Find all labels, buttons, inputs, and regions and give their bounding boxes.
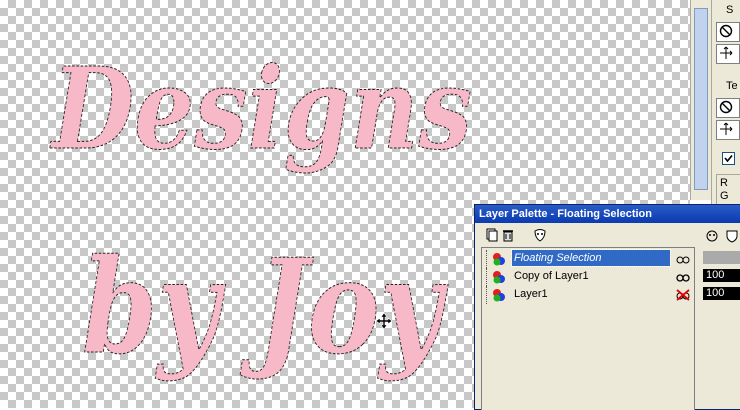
layer-row-copy-of-layer1[interactable]: Copy of Layer1 <box>482 268 694 286</box>
color-label: G <box>720 190 729 202</box>
layer-list: Floating Selection Copy of Layer1 Layer1 <box>481 247 695 410</box>
visibility-glasses-icon[interactable] <box>676 253 690 265</box>
new-layer-icon[interactable] <box>485 228 499 242</box>
layer-row-floating-selection[interactable]: Floating Selection <box>482 249 694 268</box>
checkmark-icon <box>724 154 733 163</box>
panel-label: S <box>726 4 734 16</box>
delete-layer-icon[interactable] <box>501 228 515 242</box>
vertical-scrollbar[interactable] <box>690 0 711 200</box>
layer-properties-column: 100 100 100 <box>699 225 740 409</box>
mask-tab-icon[interactable] <box>705 229 719 243</box>
panel-label: Te <box>726 80 738 92</box>
raster-layer-icon <box>493 289 505 302</box>
tool-options-panel: S Te R G <box>711 0 740 206</box>
option-checkbox[interactable] <box>722 152 735 165</box>
move-cursor-icon <box>375 312 393 330</box>
opacity-value[interactable]: 100 <box>703 269 740 282</box>
no-symbol-icon <box>719 24 733 38</box>
anchor-button[interactable] <box>716 44 740 64</box>
anchor-button[interactable] <box>716 120 740 140</box>
layer-palette-titlebar[interactable]: Layer Palette - Floating Selection <box>475 205 740 223</box>
scrollbar-thumb[interactable] <box>694 8 708 190</box>
canvas-text-designs: Designs <box>49 44 472 175</box>
opacity-value[interactable]: 100 <box>703 287 740 300</box>
mask-layer-icon[interactable] <box>533 228 547 242</box>
raster-layer-icon <box>493 253 505 266</box>
color-group: R G <box>716 174 740 206</box>
color-label: R <box>720 177 728 189</box>
no-symbol-button[interactable] <box>716 98 740 118</box>
layer-name: Layer1 <box>514 288 548 300</box>
canvas-text-by-joy: by Joy <box>82 230 448 383</box>
raster-layer-icon <box>493 271 505 284</box>
layer-name: Copy of Layer1 <box>514 270 589 282</box>
layer-palette-window: Layer Palette - Floating Selection Float… <box>474 204 740 410</box>
opacity-value[interactable]: 100 <box>703 251 740 264</box>
no-symbol-icon <box>719 100 733 114</box>
no-symbol-button[interactable] <box>716 22 740 42</box>
move-arrows-icon <box>720 46 733 59</box>
layer-name: Floating Selection <box>511 249 671 267</box>
visibility-hidden-icon[interactable] <box>676 289 690 301</box>
visibility-glasses-icon[interactable] <box>676 271 690 283</box>
move-arrows-icon <box>720 122 733 135</box>
shield-tab-icon[interactable] <box>725 229 739 243</box>
layer-row-layer1[interactable]: Layer1 <box>482 286 694 304</box>
